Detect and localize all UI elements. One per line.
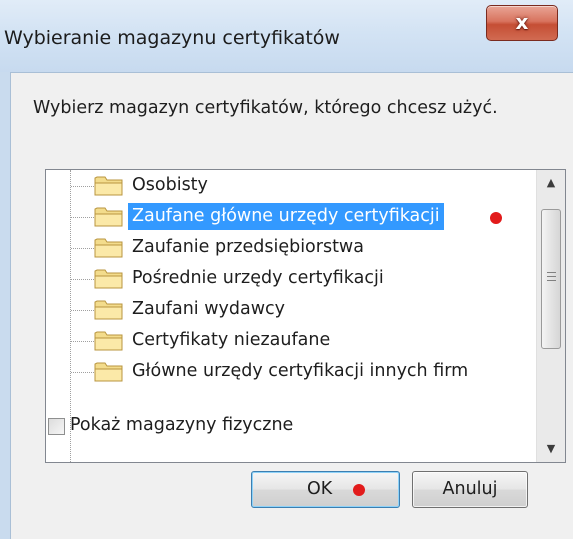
grip-line (547, 280, 556, 281)
tree-item-zaufane-glowne-urzedy[interactable]: Zaufane główne urzędy certyfikacji (46, 201, 536, 232)
annotation-dot (490, 212, 502, 224)
window-title: Wybieranie magazynu certyfikatów (4, 27, 340, 49)
folder-icon (94, 238, 123, 258)
show-physical-stores-checkbox[interactable] (48, 418, 65, 435)
tree-branch-line (71, 217, 94, 218)
scroll-up-icon[interactable]: ▲ (537, 170, 565, 196)
folder-icon (94, 269, 123, 289)
tree-item-glowne-urzedy-innych-firm[interactable]: Główne urzędy certyfikacji innych firm (46, 356, 536, 387)
close-icon: x (515, 10, 529, 34)
folder-icon (94, 176, 123, 196)
tree-branch-line (71, 279, 94, 280)
close-button[interactable]: x (486, 5, 558, 41)
checkbox-label: Pokaż magazyny fizyczne (70, 415, 294, 435)
tree-branch-line (71, 248, 94, 249)
cancel-button[interactable]: Anuluj (412, 471, 528, 508)
dialog-body: Wybierz magazyn certyfikatów, którego ch… (10, 72, 573, 539)
grip-line (547, 276, 556, 277)
tree-branch-line (71, 186, 94, 187)
tree-item-label: Certyfikaty niezaufane (132, 330, 331, 350)
scroll-down-icon[interactable]: ▼ (537, 436, 565, 462)
ok-button-label: OK (307, 479, 333, 499)
vertical-scrollbar[interactable]: ▲ ▼ (536, 170, 565, 462)
tree-item-label: Główne urzędy certyfikacji innych firm (132, 361, 469, 381)
folder-icon (94, 362, 123, 382)
tree-item-certyfikaty-niezaufane[interactable]: Certyfikaty niezaufane (46, 325, 536, 356)
grip-line (547, 272, 556, 273)
title-bar[interactable]: Wybieranie magazynu certyfikatów x (0, 0, 573, 72)
prompt-text: Wybierz magazyn certyfikatów, którego ch… (33, 98, 498, 118)
tree-branch-line (71, 341, 94, 342)
annotation-dot (353, 484, 365, 496)
tree-branch-line (71, 372, 94, 373)
tree-branch-line (71, 310, 94, 311)
tree-item-posrednie-urzedy[interactable]: Pośrednie urzędy certyfikacji (46, 263, 536, 294)
tree-item-zaufani-wydawcy[interactable]: Zaufani wydawcy (46, 294, 536, 325)
tree-item-osobisty[interactable]: Osobisty (46, 170, 536, 201)
tree-item-label: Zaufani wydawcy (132, 299, 285, 319)
ok-button[interactable]: OK (251, 471, 400, 508)
scroll-thumb[interactable] (541, 209, 561, 349)
folder-icon (94, 207, 123, 227)
tree-item-label: Zaufane główne urzędy certyfikacji (128, 203, 444, 230)
tree-item-label: Osobisty (132, 175, 208, 195)
tree-item-label: Zaufanie przedsiębiorstwa (132, 237, 364, 257)
certificate-store-dialog: Wybieranie magazynu certyfikatów x Wybie… (0, 0, 573, 539)
tree-item-zaufanie-przedsiebiorstwa[interactable]: Zaufanie przedsiębiorstwa (46, 232, 536, 263)
folder-icon (94, 300, 123, 320)
tree-item-label: Pośrednie urzędy certyfikacji (132, 268, 384, 288)
folder-icon (94, 331, 123, 351)
